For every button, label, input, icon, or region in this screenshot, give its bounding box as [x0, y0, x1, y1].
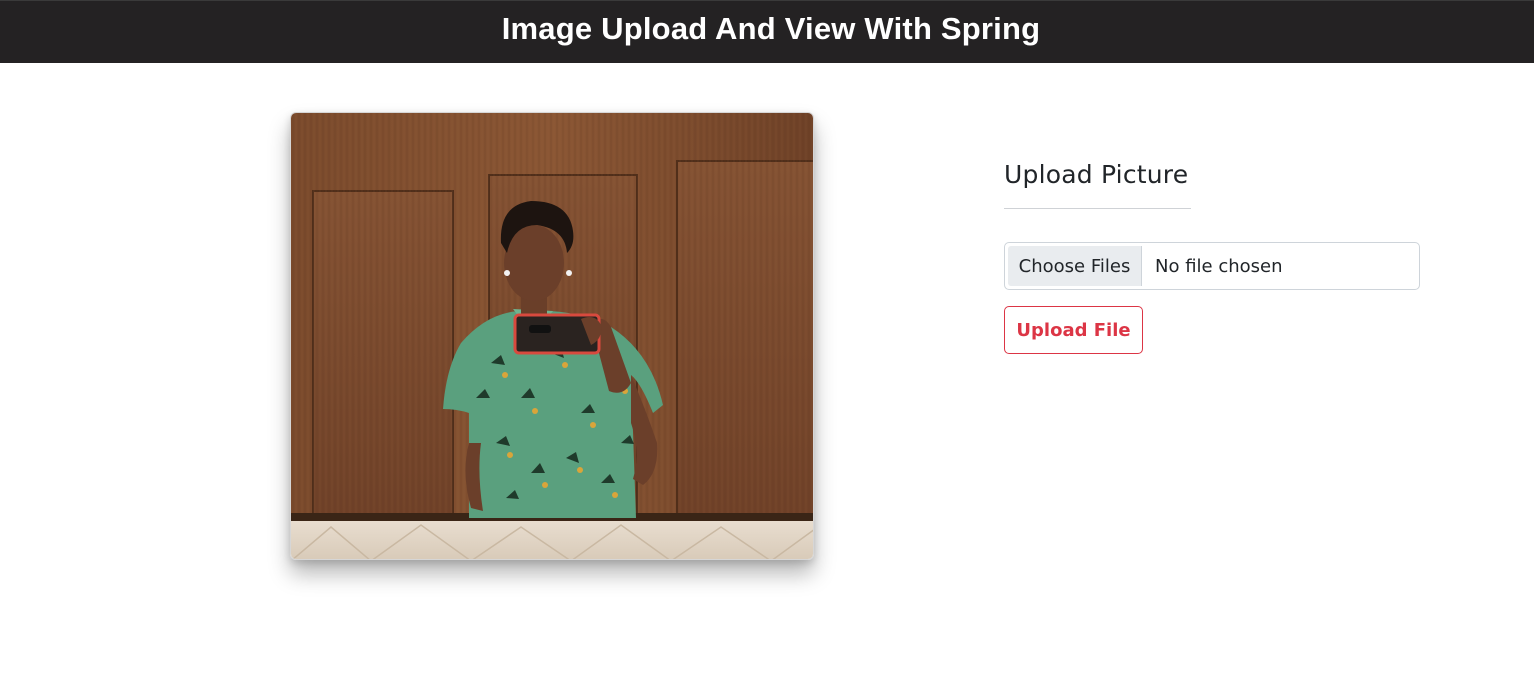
uploaded-photo-card: [290, 112, 814, 560]
upload-file-button[interactable]: Upload File: [1004, 306, 1143, 354]
page-title: Image Upload And View With Spring: [501, 11, 1041, 46]
file-status-text: No file chosen: [1155, 255, 1283, 277]
top-navbar: Image Upload And View With Spring: [0, 0, 1534, 63]
choose-files-button[interactable]: Choose Files: [1008, 246, 1142, 286]
heading-divider: [1004, 208, 1191, 209]
file-input[interactable]: Choose Files No file chosen: [1004, 242, 1420, 290]
uploaded-photo-icon: [291, 113, 813, 559]
upload-picture-heading: Upload Picture: [1004, 160, 1189, 189]
